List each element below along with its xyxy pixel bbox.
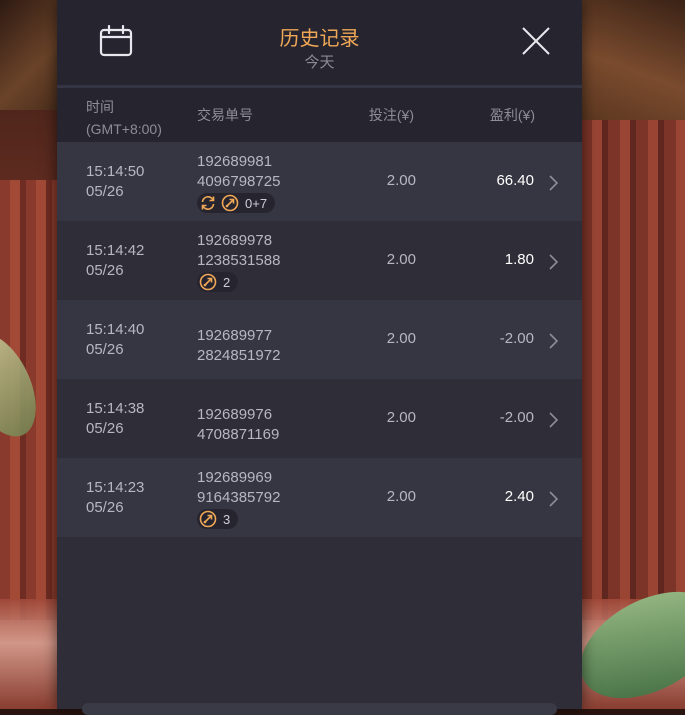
row-bet: 2.00 (386, 251, 416, 268)
row-time: 15:14:38 (86, 400, 145, 417)
feature-badge: 2 (197, 272, 239, 292)
column-header-timezone: (GMT+8:00) (86, 121, 162, 137)
free-spin-icon (199, 273, 217, 291)
respin-icon (201, 196, 215, 210)
row-order-number: 192689978 1238531588 (197, 231, 280, 271)
row-order-part1: 192689969 (197, 469, 273, 486)
row-time: 15:14:50 (86, 163, 145, 180)
table-header: 时间 (GMT+8:00) 交易单号 投注(¥) 盈利(¥) (57, 88, 582, 142)
column-header-order: 交易单号 (197, 107, 253, 123)
row-order-part1: 192689977 (197, 327, 273, 344)
background-curtain (580, 120, 685, 620)
history-row[interactable]: 15:14:50 05/26 192689981 4096798725 0+7 2.00 6… (57, 142, 582, 221)
row-date: 05/26 (86, 499, 124, 516)
free-spin-icon (199, 510, 217, 528)
history-row[interactable]: 15:14:38 05/26 192689976 4708871169 2.00 -2.0… (57, 379, 582, 458)
column-header-bet: 投注(¥) (368, 107, 414, 123)
close-icon (522, 27, 550, 55)
row-bet: 2.00 (386, 330, 416, 347)
row-date: 05/26 (86, 183, 124, 200)
row-datetime: 15:14:23 05/26 (86, 478, 144, 518)
close-button[interactable] (521, 26, 551, 56)
row-order-part1: 192689978 (197, 232, 273, 249)
date-filter-label: 今天 (304, 54, 335, 71)
background-decoration (0, 0, 60, 110)
panel-header: 历史记录 今天 (57, 0, 582, 88)
history-row[interactable]: 15:14:40 05/26 192689977 2824851972 2.00 -2.0… (57, 300, 582, 379)
background-decoration (580, 0, 685, 125)
row-order-part2: 1238531588 (197, 252, 281, 269)
feature-badge: 3 (197, 509, 239, 529)
row-datetime: 15:14:38 05/26 (86, 399, 144, 439)
history-row[interactable]: 15:14:23 05/26 192689969 9164385792 3 2.00 2.4… (57, 458, 582, 537)
feature-badge-count: 2 (223, 274, 231, 290)
history-panel: 历史记录 今天 时间 (GMT+8:00) 交易单号 投注(¥) 盈利(¥) 1… (57, 0, 582, 715)
row-profit: 66.40 (496, 172, 534, 189)
row-order-part2: 2824851972 (197, 347, 281, 364)
row-order-part2: 4096798725 (197, 173, 281, 190)
row-date: 05/26 (86, 420, 124, 437)
row-date: 05/26 (86, 262, 124, 279)
row-profit: 2.40 (504, 488, 534, 505)
chevron-right-icon (549, 254, 558, 270)
chevron-right-icon (549, 491, 558, 507)
row-datetime: 15:14:50 05/26 (86, 162, 144, 202)
row-order-part1: 192689981 (197, 153, 273, 170)
chevron-right-icon (549, 333, 558, 349)
history-list: 15:14:50 05/26 192689981 4096798725 0+7 2.00 6… (57, 142, 582, 537)
row-time: 15:14:42 (86, 242, 145, 259)
bottom-bar (82, 703, 557, 715)
row-order-part2: 4708871169 (197, 426, 280, 443)
feature-badge-count: 0+7 (245, 195, 268, 211)
row-profit: -2.00 (499, 330, 534, 347)
row-order-number: 192689981 4096798725 (197, 152, 280, 192)
chevron-right-icon (549, 412, 558, 428)
row-datetime: 15:14:42 05/26 (86, 241, 144, 281)
row-date: 05/26 (86, 341, 124, 358)
column-header-profit: 盈利(¥) (489, 107, 535, 123)
free-spin-icon (221, 194, 239, 212)
feature-badge-count: 3 (223, 511, 231, 527)
row-profit: 1.80 (504, 251, 534, 268)
column-header-time: 时间 (GMT+8:00) (86, 96, 162, 140)
row-order-part2: 9164385792 (197, 489, 281, 506)
page-title: 历史记录 (279, 28, 360, 50)
row-time: 15:14:40 (86, 321, 145, 338)
row-time: 15:14:23 (86, 479, 145, 496)
history-row[interactable]: 15:14:42 05/26 192689978 1238531588 2 2.00 1.8… (57, 221, 582, 300)
row-bet: 2.00 (386, 409, 416, 426)
row-bet: 2.00 (386, 488, 416, 505)
column-header-time-label: 时间 (86, 99, 114, 115)
row-bet: 2.00 (386, 172, 416, 189)
row-order-number: 192689977 2824851972 (197, 326, 280, 366)
row-datetime: 15:14:40 05/26 (86, 320, 144, 360)
row-order-number: 192689969 9164385792 (197, 468, 280, 508)
row-profit: -2.00 (499, 409, 534, 426)
row-order-number: 192689976 4708871169 (197, 405, 279, 445)
chevron-right-icon (549, 175, 558, 191)
row-order-part1: 192689976 (197, 406, 273, 423)
feature-badge: 0+7 (197, 193, 276, 213)
